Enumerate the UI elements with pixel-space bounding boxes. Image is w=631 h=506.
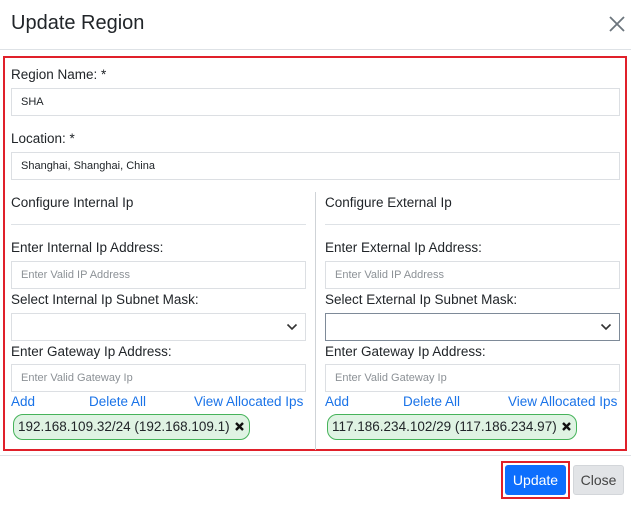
external-gateway-label: Enter Gateway Ip Address: <box>325 344 486 359</box>
region-name-label: Region Name: * <box>11 67 107 82</box>
location-input[interactable]: Shanghai, Shanghai, China <box>11 152 620 180</box>
remove-icon[interactable] <box>561 421 572 432</box>
external-gateway-input[interactable]: Enter Valid Gateway Ip <box>325 364 620 392</box>
internal-gateway-input[interactable]: Enter Valid Gateway Ip <box>11 364 306 392</box>
internal-delete-all-link[interactable]: Delete All <box>89 394 146 409</box>
external-view-allocated-link[interactable]: View Allocated Ips <box>508 394 617 409</box>
internal-ip-heading: Configure Internal Ip <box>11 195 134 210</box>
modal-title: Update Region <box>11 12 145 34</box>
internal-ip-input[interactable]: Enter Valid IP Address <box>11 261 306 289</box>
internal-ip-label: Enter Internal Ip Address: <box>11 240 164 255</box>
internal-subnet-select[interactable] <box>11 313 306 341</box>
internal-add-link[interactable]: Add <box>11 394 35 409</box>
external-ip-input[interactable]: Enter Valid IP Address <box>325 261 620 289</box>
modal-header: Update Region <box>0 0 631 50</box>
internal-subnet-label: Select Internal Ip Subnet Mask: <box>11 292 199 307</box>
external-delete-all-link[interactable]: Delete All <box>403 394 460 409</box>
external-ip-label: Enter External Ip Address: <box>325 240 482 255</box>
internal-view-allocated-link[interactable]: View Allocated Ips <box>194 394 303 409</box>
close-button[interactable]: Close <box>573 465 624 495</box>
chevron-down-icon <box>286 322 298 332</box>
internal-gateway-label: Enter Gateway Ip Address: <box>11 344 172 359</box>
close-icon[interactable] <box>606 13 628 35</box>
remove-icon[interactable] <box>234 421 245 432</box>
external-ip-chip: 117.186.234.102/29 (117.186.234.97) <box>327 414 577 440</box>
chevron-down-icon <box>600 322 612 332</box>
update-button[interactable]: Update <box>505 465 566 495</box>
update-region-modal: Update Region Region Name: * SHA Locatio… <box>0 0 631 506</box>
external-subnet-label: Select External Ip Subnet Mask: <box>325 292 518 307</box>
external-subnet-select[interactable] <box>325 313 620 341</box>
internal-ip-chip-text: 192.168.109.32/24 (192.168.109.1) <box>18 419 230 434</box>
external-add-link[interactable]: Add <box>325 394 349 409</box>
external-ip-heading: Configure External Ip <box>325 195 452 210</box>
internal-heading-rule <box>11 224 306 225</box>
location-label: Location: * <box>11 131 75 146</box>
external-heading-rule <box>325 224 620 225</box>
region-name-input[interactable]: SHA <box>11 88 620 116</box>
column-divider <box>315 192 316 450</box>
external-ip-chip-text: 117.186.234.102/29 (117.186.234.97) <box>332 419 557 434</box>
internal-ip-chip: 192.168.109.32/24 (192.168.109.1) <box>13 414 250 440</box>
footer-divider <box>0 455 631 456</box>
